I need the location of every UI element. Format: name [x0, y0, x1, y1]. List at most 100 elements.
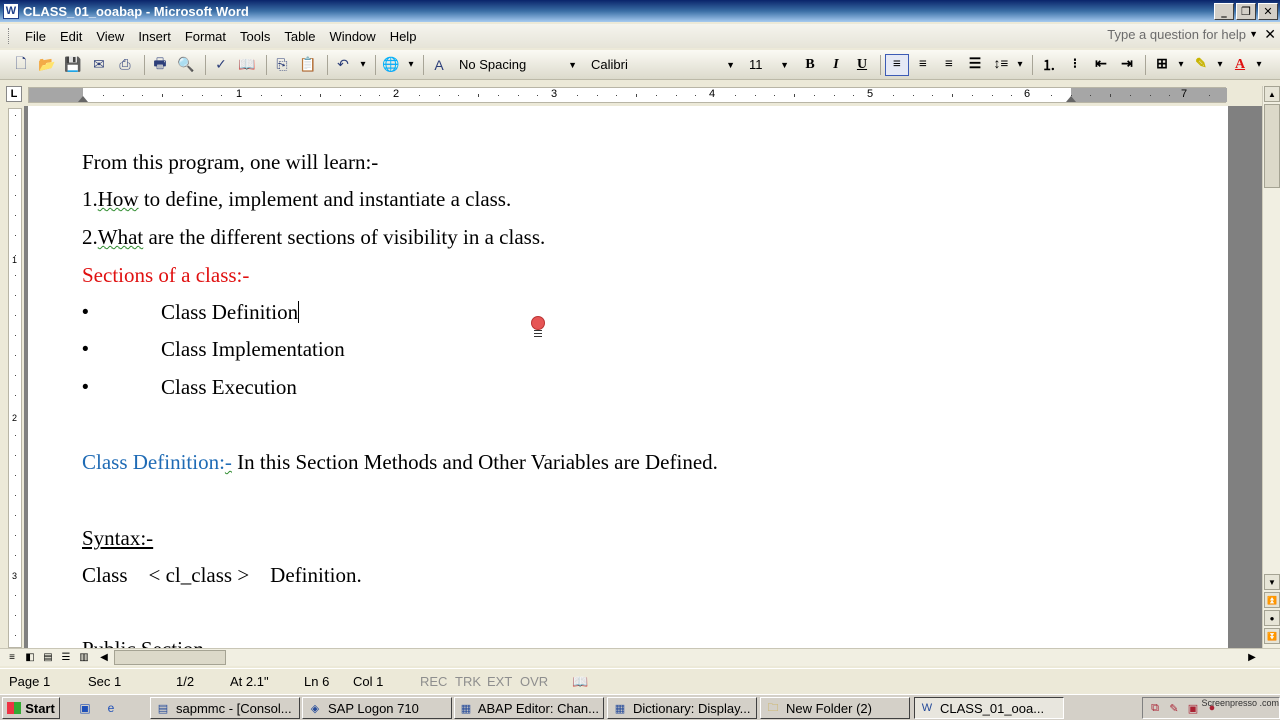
undo-icon[interactable]: ↶ [332, 54, 354, 76]
print-icon[interactable]: 🖶 [149, 54, 171, 76]
task-dictionary[interactable]: ▦ Dictionary: Display... [607, 697, 757, 719]
spelling-icon[interactable]: ✓ [210, 54, 232, 76]
ruler-tick [260, 95, 262, 96]
bold-button[interactable]: B [798, 54, 822, 76]
toolbar: 🗋 📂 💾 ✉ ⎙ 🖶 🔍 ✓ 📖 ⎘ 📋 ↶ ▾ 🌐 ▾ A No Spaci… [0, 50, 1280, 80]
paste-icon[interactable]: 📋 [297, 54, 319, 76]
menu-grip[interactable] [8, 28, 12, 44]
menu-insert[interactable]: Insert [131, 29, 178, 44]
style-select[interactable]: No Spacing ▼ [454, 55, 582, 75]
tray-app-icon[interactable]: ▣ [1185, 701, 1201, 715]
font-select[interactable]: Calibri ▼ [586, 55, 740, 75]
word-app-icon[interactable]: W [3, 3, 19, 19]
styles-icon[interactable]: A [428, 54, 450, 76]
vruler-tick [15, 435, 16, 436]
status-ovr[interactable]: OVR [520, 674, 548, 689]
help-dropdown-icon[interactable]: ▼ [1249, 29, 1258, 39]
help-search-box[interactable]: Type a question for help [1107, 27, 1246, 42]
align-right-button[interactable]: ≡ [937, 54, 961, 76]
permission-icon[interactable]: ✉ [88, 54, 110, 76]
scroll-up-icon[interactable]: ▲ [1264, 86, 1280, 102]
align-center-button[interactable]: ≡ [911, 54, 935, 76]
close-document-icon[interactable]: ✕ [1264, 26, 1276, 43]
underline-button[interactable]: U [850, 54, 874, 76]
internet-explorer-icon[interactable]: e [102, 700, 120, 716]
align-left-button[interactable]: ≡ [885, 53, 909, 76]
menu-help[interactable]: Help [383, 29, 424, 44]
copy-icon[interactable]: ⎘ [271, 54, 293, 76]
text-caret [298, 301, 300, 323]
task-abap-editor[interactable]: ▦ ABAP Editor: Chan... [454, 697, 604, 719]
previous-page-icon[interactable]: ⏫ [1264, 592, 1280, 608]
horizontal-scrollbar[interactable]: ≡ ◧ ▤ ☰ ▥ ◀ ▶ [0, 648, 1280, 666]
status-trk[interactable]: TRK [455, 674, 481, 689]
normal-view-icon[interactable]: ≡ [4, 650, 20, 665]
start-button[interactable]: Start [2, 697, 60, 719]
horizontal-ruler[interactable]: 1 2 3 4 5 6 7 [28, 87, 1227, 103]
indent-marker-icon[interactable] [78, 96, 88, 102]
menu-file[interactable]: File [18, 29, 53, 44]
line-spacing-button[interactable]: ↕≡ [989, 54, 1013, 76]
task-new-folder[interactable]: 🗀 New Folder (2) [760, 697, 910, 719]
tray-network-icon[interactable]: ⧉ [1147, 701, 1163, 715]
select-browse-object-icon[interactable]: ● [1264, 610, 1280, 626]
task-sapmmc[interactable]: ▤ sapmmc - [Consol... [150, 697, 300, 719]
ruler-tick [339, 95, 341, 96]
document-page[interactable]: From this program, one will learn:- 1.Ho… [28, 106, 1228, 648]
menu-tools[interactable]: Tools [233, 29, 277, 44]
new-document-icon[interactable]: 🗋 [10, 54, 32, 76]
status-rec[interactable]: REC [420, 674, 447, 689]
status-ext[interactable]: EXT [487, 674, 512, 689]
highlight-button[interactable]: ✎ [1189, 54, 1213, 76]
italic-button[interactable]: I [824, 54, 848, 76]
line-spacing-dropdown-icon[interactable]: ▾ [1015, 54, 1025, 76]
decrease-indent-button[interactable]: ⇤ [1089, 54, 1113, 76]
borders-button[interactable]: ⊞ [1150, 54, 1174, 76]
restore-button[interactable]: ❐ [1236, 3, 1256, 20]
show-desktop-icon[interactable]: ▣ [76, 700, 94, 716]
scroll-down-icon[interactable]: ▼ [1264, 574, 1280, 590]
save-icon[interactable]: 💾 [62, 54, 84, 76]
point2-squiggle: What [97, 225, 144, 249]
menu-format[interactable]: Format [178, 29, 233, 44]
increase-indent-button[interactable]: ⇥ [1115, 54, 1139, 76]
font-size-select[interactable]: 11 ▼ [744, 55, 794, 75]
scroll-right-icon[interactable]: ▶ [1244, 650, 1260, 665]
ruler-tick [853, 95, 855, 96]
open-icon[interactable]: 📂 [36, 54, 58, 76]
tray-security-icon[interactable]: ✎ [1166, 701, 1182, 715]
task-sap-logon[interactable]: ◈ SAP Logon 710 [302, 697, 452, 719]
right-indent-marker-icon[interactable] [1066, 96, 1076, 102]
close-button[interactable]: ✕ [1258, 3, 1278, 20]
numbering-button[interactable]: ⒈ [1037, 54, 1061, 76]
scroll-left-icon[interactable]: ◀ [96, 650, 112, 665]
font-color-button[interactable]: A [1228, 54, 1252, 76]
menu-edit[interactable]: Edit [53, 29, 89, 44]
print-preview-icon[interactable]: ⎙ [114, 54, 136, 76]
task-word-document[interactable]: W CLASS_01_ooa... [914, 697, 1064, 719]
menu-table[interactable]: Table [277, 29, 322, 44]
tab-selector[interactable]: L [6, 86, 22, 102]
hyperlink-icon[interactable]: 🌐 [380, 54, 402, 76]
vertical-scroll-thumb[interactable] [1264, 104, 1280, 188]
font-color-dropdown-icon[interactable]: ▾ [1254, 54, 1264, 76]
preview-icon[interactable]: 🔍 [175, 54, 197, 76]
horizontal-scroll-thumb[interactable] [114, 650, 226, 665]
toolbar-options-icon[interactable]: ▾ [406, 54, 416, 76]
minimize-button[interactable]: _ [1214, 3, 1234, 20]
research-icon[interactable]: 📖 [236, 54, 258, 76]
menu-window[interactable]: Window [322, 29, 382, 44]
next-page-icon[interactable]: ⏬ [1264, 628, 1280, 644]
highlight-dropdown-icon[interactable]: ▾ [1215, 54, 1225, 76]
justify-button[interactable]: ☰ [963, 54, 987, 76]
vertical-scrollbar[interactable]: ▲ ▼ ⏫ ● ⏬ [1262, 86, 1280, 648]
spelling-status-icon[interactable]: 📖 [572, 674, 588, 690]
web-layout-icon[interactable]: ◧ [22, 650, 38, 665]
outline-view-icon[interactable]: ☰ [58, 650, 74, 665]
bullets-button[interactable]: ⁝ [1063, 54, 1087, 76]
undo-dropdown-icon[interactable]: ▾ [358, 54, 368, 76]
menu-view[interactable]: View [89, 29, 131, 44]
borders-dropdown-icon[interactable]: ▾ [1176, 54, 1186, 76]
print-layout-icon[interactable]: ▤ [40, 650, 56, 665]
reading-layout-icon[interactable]: ▥ [76, 650, 92, 665]
